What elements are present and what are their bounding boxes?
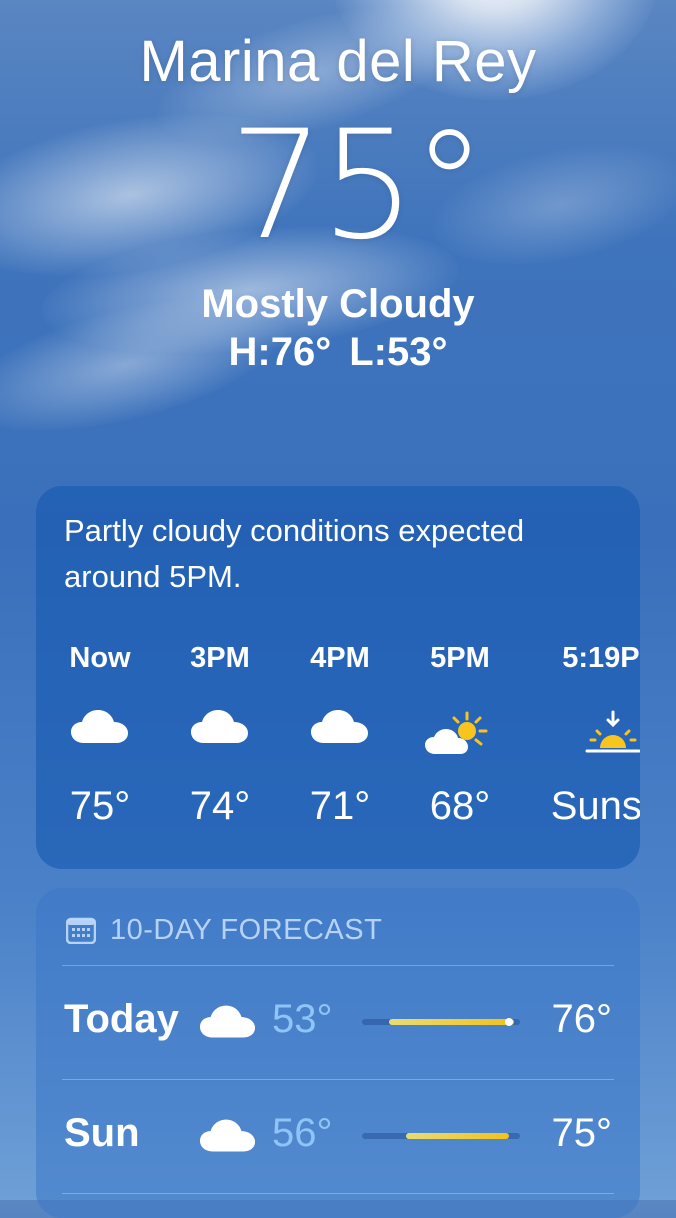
temperature-range-bar: [362, 1018, 520, 1026]
condition-text: Mostly Cloudy: [201, 282, 475, 326]
cloud-icon: [280, 710, 400, 760]
forecast-header-label: 10-DAY FORECAST: [110, 913, 383, 946]
high-temp: H:76°: [228, 330, 332, 374]
hour-temp: 74°: [189, 784, 251, 828]
cloud-icon: [40, 710, 160, 760]
hour-temp: 75°: [69, 784, 131, 828]
hour-item: 4PM 71°: [280, 624, 400, 854]
forecast-row-today[interactable]: Today 53° 76°: [36, 985, 640, 1065]
hour-label: 5:19PM: [562, 642, 640, 674]
divider: [62, 1193, 614, 1194]
day-low-temp: 53°: [272, 997, 333, 1041]
hour-temp: 71°: [309, 784, 371, 828]
cloud-icon: [200, 1119, 256, 1158]
current-temperature: 75°: [229, 99, 487, 273]
current-conditions: Marina del Rey 75° Mostly Cloudy H:76° L:…: [0, 26, 676, 376]
hour-item: Now 75°: [40, 624, 160, 854]
hour-label: 4PM: [310, 642, 370, 674]
hour-item: 3PM 74°: [160, 624, 280, 854]
hour-temp: 68°: [429, 784, 491, 828]
divider: [62, 1079, 614, 1080]
day-name: Sun: [64, 1111, 140, 1155]
day-low-temp: 56°: [272, 1111, 333, 1155]
partly-sunny-icon: [400, 710, 520, 760]
cloud-icon: [160, 710, 280, 760]
hourly-forecast-card[interactable]: Partly cloudy conditions expected around…: [36, 486, 640, 869]
temperature-range-fill: [405, 1133, 510, 1139]
day-name: Today: [64, 997, 179, 1041]
hour-label: 3PM: [190, 642, 250, 674]
ten-day-forecast-card[interactable]: 10-DAY FORECAST Today 53° 76° Sun 56° 75…: [36, 888, 640, 1218]
sunset-icon: [538, 710, 640, 760]
day-high-temp: 75°: [551, 1111, 613, 1155]
hourly-summary: Partly cloudy conditions expected around…: [64, 513, 525, 594]
cloud-icon: [200, 1005, 256, 1044]
temperature-range-bar: [362, 1133, 520, 1139]
hour-item: 5PM 68°: [400, 624, 520, 854]
hour-temp: Sunset: [550, 784, 640, 828]
forecast-row-sun[interactable]: Sun 56° 75°: [36, 1099, 640, 1179]
hour-item: 5:19PM Sunset: [538, 624, 640, 854]
high-low: H:76° L:53°: [0, 328, 676, 376]
hour-label: Now: [69, 642, 131, 674]
divider: [62, 965, 614, 966]
forecast-header: 10-DAY FORECAST: [66, 910, 382, 950]
city-name: Marina del Rey: [139, 29, 537, 94]
temperature-range-fill: [389, 1019, 515, 1025]
hour-label: 5PM: [430, 642, 490, 674]
day-high-temp: 76°: [551, 997, 613, 1041]
low-temp: L:53°: [349, 330, 448, 374]
hourly-scroller[interactable]: Now 75° 3PM 74° 4PM 71° 5PM 68° 5:19P Su…: [36, 624, 640, 854]
calendar-icon: [66, 916, 96, 944]
